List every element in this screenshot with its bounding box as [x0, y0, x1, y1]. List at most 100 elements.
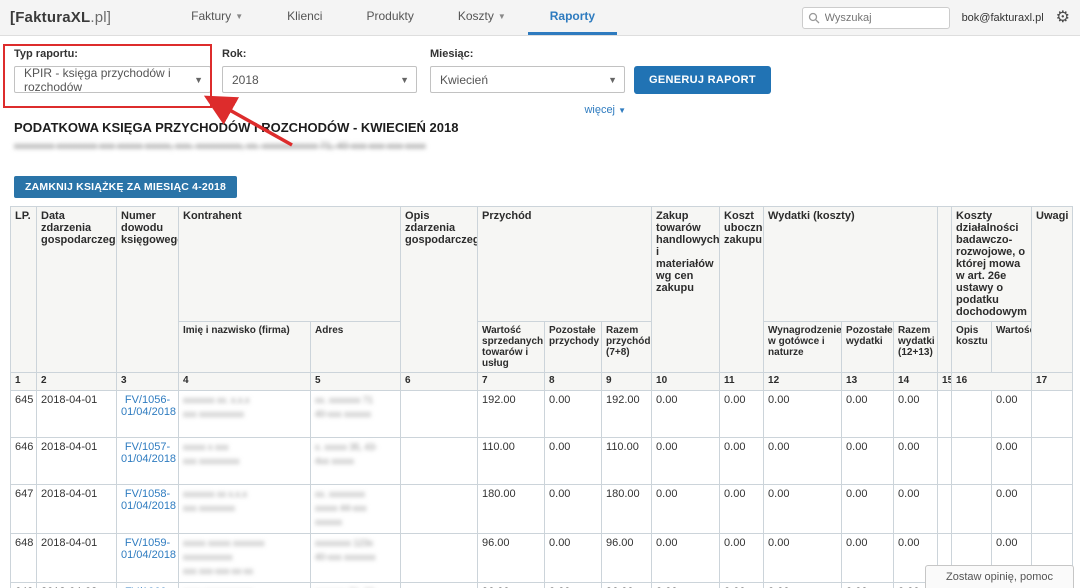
search-input[interactable]: [802, 7, 950, 29]
nav-item-klienci[interactable]: Klienci: [265, 0, 344, 35]
column-sub-header: Wartość sprzedanych towarów i usług: [478, 322, 545, 373]
amount-cell-col8: 0.00: [545, 582, 602, 588]
column-group-header: [938, 207, 952, 373]
column-number: 8: [545, 373, 602, 391]
report-type-value: KPIR - księga przychodów i rozchodów: [24, 66, 188, 94]
nav-item-koszty[interactable]: Koszty▼: [436, 0, 528, 35]
more-options-link[interactable]: więcej ▼: [560, 104, 626, 116]
description-cell: [401, 485, 478, 534]
navbar-right: bok@fakturaxl.pl ⚙: [802, 0, 1070, 35]
nav-item-faktury[interactable]: Faktury▼: [169, 0, 265, 35]
cost-description-cell: [952, 438, 992, 485]
app-logo[interactable]: [FakturaXL.pl]: [10, 0, 111, 35]
column-number: 4: [179, 373, 311, 391]
description-cell: [401, 391, 478, 438]
amount-cell-col9: 96.00: [602, 533, 652, 582]
cost-value-cell: 0.00: [992, 438, 1032, 485]
page-title: PODATKOWA KSIĘGA PRZYCHODÓW I ROZCHODÓW …: [14, 120, 1080, 135]
month-value: Kwiecień: [440, 73, 488, 87]
filter-month: Miesiąc: Kwiecień ▼: [430, 48, 625, 93]
redacted-text: xxx xxxxxxxxxx: [183, 408, 306, 422]
invoice-link[interactable]: FV/1056-01/04/2018: [121, 394, 174, 418]
notes-cell: [1032, 485, 1073, 534]
gear-icon[interactable]: ⚙: [1056, 10, 1070, 26]
amount-cell-col13: 0.00: [842, 438, 894, 485]
description-cell: [401, 533, 478, 582]
date-cell: 2018-04-01: [37, 438, 117, 485]
month-label: Miesiąc:: [430, 48, 625, 60]
amount-cell-col11: 0.00: [720, 391, 764, 438]
amount-cell-col7: 180.00: [478, 485, 545, 534]
col15-cell: [938, 391, 952, 438]
table-row: 6462018-04-01FV/1057-01/04/2018xxxxx x x…: [11, 438, 1073, 485]
date-cell: 2018-04-01: [37, 485, 117, 534]
column-sub-header: Wynagrodzenie w gotówce i naturze: [764, 322, 842, 373]
column-sub-header: Razem wydatki (12+13): [894, 322, 938, 373]
nav-item-produkty[interactable]: Produkty: [344, 0, 435, 35]
column-number: 7: [478, 373, 545, 391]
kpir-table-body: 6452018-04-01FV/1056-01/04/2018xxxxxxx x…: [11, 391, 1073, 588]
document-number-cell: FV/1057-01/04/2018: [117, 438, 179, 485]
amount-cell-col11: 0.00: [720, 485, 764, 534]
contractor-cell: xxxxxxx xx. x.x.xxxx xxxxxxxxxx: [179, 391, 311, 438]
redacted-text: xx. xxxxxxx 71: [315, 394, 396, 408]
amount-cell-col12: 0.00: [764, 438, 842, 485]
amount-cell-col12: 0.00: [764, 533, 842, 582]
amount-cell-col10: 0.00: [652, 485, 720, 534]
chevron-down-icon: ▼: [498, 12, 506, 21]
invoice-link[interactable]: FV/1059-01/04/2018: [121, 537, 174, 561]
description-cell: [401, 438, 478, 485]
column-group-header: Uwagi: [1032, 207, 1073, 373]
kpir-table: LP.Data zdarzenia gospodarczegoNumer dow…: [10, 206, 1073, 588]
logo-suffix: .pl]: [90, 9, 111, 26]
amount-cell-col9: 180.00: [602, 485, 652, 534]
address-cell: x. xxxxx 35, 43-4xx xxxxx: [311, 438, 401, 485]
nav-item-raporty[interactable]: Raporty: [528, 0, 617, 35]
document-number-cell: FV/1059-01/04/2018: [117, 533, 179, 582]
close-book-button[interactable]: ZAMKNIJ KSIĄŻKĘ ZA MIESIĄC 4-2018: [14, 176, 237, 198]
generate-report-button[interactable]: GENERUJ RAPORT: [634, 66, 771, 94]
column-number: 14: [894, 373, 938, 391]
column-number: 17: [1032, 373, 1073, 391]
column-group-header: Wydatki (koszty): [764, 207, 938, 322]
table-row: 6492018-04-03FV/1060-03/04/2018xxxx xxxx…: [11, 582, 1073, 588]
column-group-header: Koszt uboczne zakupu: [720, 207, 764, 373]
amount-cell-col13: 0.00: [842, 582, 894, 588]
column-number: 12: [764, 373, 842, 391]
feedback-tab[interactable]: Zostaw opinię, pomoc: [925, 565, 1074, 588]
chevron-down-icon: ▼: [618, 106, 626, 115]
amount-cell-col13: 0.00: [842, 391, 894, 438]
redacted-text: xxxxx xxxxx xxxxxxx: [183, 537, 306, 551]
redacted-text: xxx xxx-xxx-xx-xx: [183, 565, 306, 579]
column-group-header: Kontrahent: [179, 207, 401, 322]
column-sub-header: Imię i nazwisko (firma): [179, 322, 311, 373]
search-box: [802, 7, 950, 29]
year-select[interactable]: 2018 ▼: [222, 66, 417, 93]
redacted-text: xxxxx x xxx: [183, 441, 306, 455]
redacted-text: xx. xxxxxxxx: [315, 488, 396, 502]
contractor-cell: xxxx xxxxxxxxxxxxxx xxxxxxxxxx: [179, 582, 311, 588]
amount-cell-col11: 0.00: [720, 438, 764, 485]
address-cell: xx. xxxxxxxxxxxxx 44-xxxxxxxxx: [311, 485, 401, 534]
lp-cell: 645: [11, 391, 37, 438]
contractor-cell: xxxxx x xxxxxx xxxxxxxxx: [179, 438, 311, 485]
report-type-select[interactable]: KPIR - księga przychodów i rozchodów ▼: [14, 66, 211, 93]
column-number: 3: [117, 373, 179, 391]
amount-cell-col12: 0.00: [764, 485, 842, 534]
column-number: 11: [720, 373, 764, 391]
column-sub-header: Adres: [311, 322, 401, 373]
month-select[interactable]: Kwiecień ▼: [430, 66, 625, 93]
address-cell: xxxxxxxx 123x40-xxx xxxxxxx: [311, 533, 401, 582]
amount-cell-col7: 192.00: [478, 391, 545, 438]
search-icon: [808, 12, 820, 24]
column-number: 2: [37, 373, 117, 391]
chevron-down-icon: ▼: [194, 75, 203, 85]
cost-value-cell: 0.00: [992, 391, 1032, 438]
account-email[interactable]: bok@fakturaxl.pl: [962, 12, 1044, 24]
filter-report-type: Typ raportu: KPIR - księga przychodów i …: [14, 48, 211, 93]
column-number: 1: [11, 373, 37, 391]
amount-cell-col11: 0.00: [720, 582, 764, 588]
invoice-link[interactable]: FV/1057-01/04/2018: [121, 441, 174, 465]
column-group-header: Opis zdarzenia gospodarczego: [401, 207, 478, 373]
invoice-link[interactable]: FV/1058-01/04/2018: [121, 488, 174, 512]
